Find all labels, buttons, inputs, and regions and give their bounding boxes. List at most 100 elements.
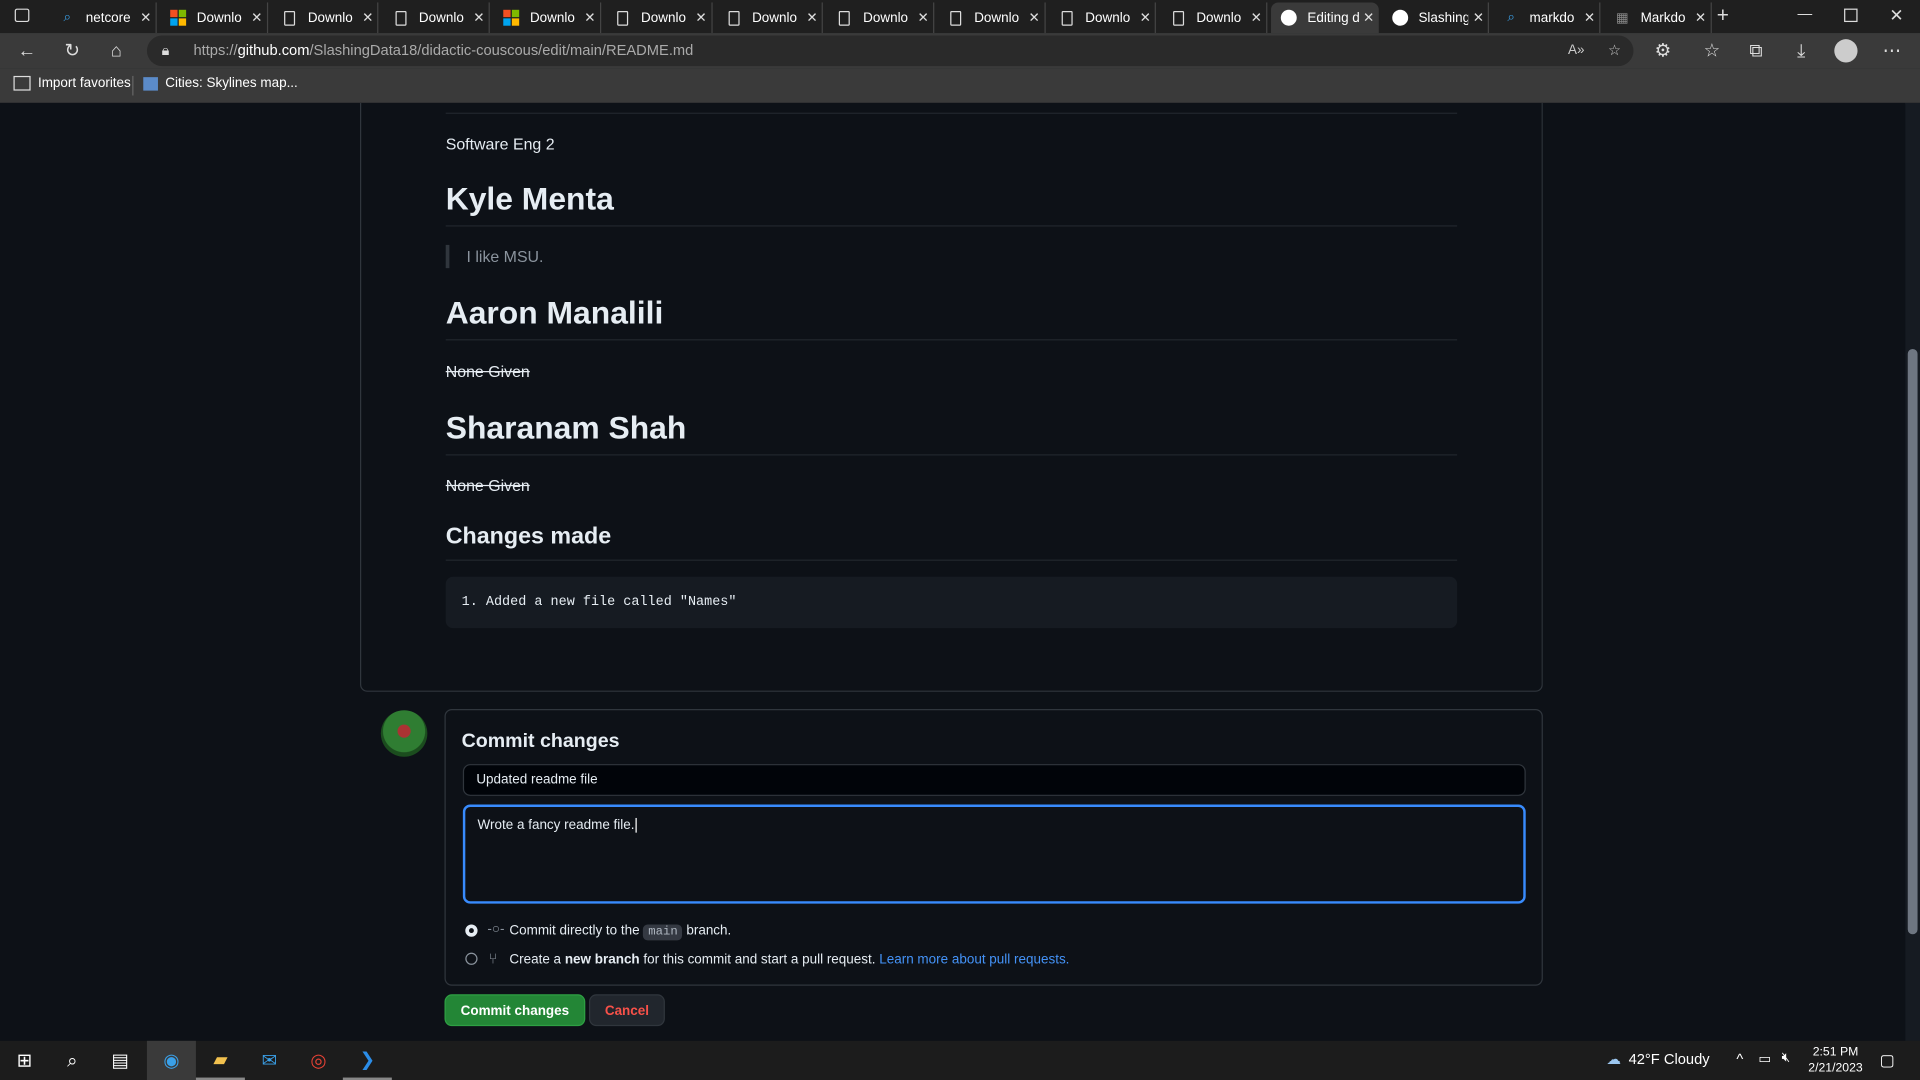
mail-icon[interactable]: ✉ [245, 1041, 294, 1080]
clock[interactable]: 2:51 PM 2/21/2023 [1805, 1044, 1866, 1076]
extensions-icon[interactable]: ⚙ [1649, 39, 1676, 63]
tab-actions-icon[interactable] [14, 8, 30, 23]
branch-name: main [643, 924, 683, 941]
page-icon: ▦ [1615, 11, 1629, 26]
task-view-icon[interactable]: ▤ [96, 1041, 145, 1080]
tab[interactable]: Downlo ✕ [493, 2, 601, 34]
tab[interactable]: Downlo ✕ [1160, 2, 1268, 34]
search-icon: ⌕ [1507, 9, 1515, 25]
cloud-icon: ☁ [1606, 1050, 1622, 1068]
edge-icon[interactable]: ◉ [146, 1040, 196, 1080]
weather-widget[interactable]: ☁ 42°F Cloudy [1607, 1051, 1710, 1068]
refresh-icon[interactable]: ↻ [59, 39, 86, 63]
commit-new-branch-label[interactable]: Create a new branch for this commit and … [509, 953, 1069, 968]
page-content: Software Eng 2 Kyle Menta I like MSU. Aa… [0, 102, 1906, 1041]
collections-icon[interactable]: ⧉ [1742, 39, 1769, 63]
tab[interactable]: Downlo ✕ [382, 2, 490, 34]
tab-bar: ⌕ netcore ✕ Downlo ✕ Downlo ✕ Downlo ✕ Downlo ✕ Dow… [0, 0, 1920, 34]
downloads-icon[interactable]: ⤓ [1788, 39, 1815, 63]
cancel-button[interactable]: Cancel [588, 994, 665, 1027]
close-tab-icon[interactable]: ✕ [358, 10, 378, 26]
taskbar: ⊞ ⌕ ▤ ◉ ▰ ✉ ◎ ❯ ☁ 42°F Cloudy ^ ▭ 🔇︎ 2:51… [0, 1040, 1920, 1080]
tab[interactable]: Downlo ✕ [715, 2, 824, 34]
favorites-bar: Import favorites Cities: Skylines map... [0, 68, 1920, 105]
back-icon[interactable]: ← [13, 39, 40, 63]
tray-chevron-icon[interactable]: ^ [1736, 1051, 1743, 1068]
tab[interactable]: Downlo ✕ [604, 2, 713, 34]
close-tab-icon[interactable]: ✕ [802, 10, 822, 26]
minimize-button[interactable]: — [1798, 5, 1813, 22]
file-explorer-icon[interactable]: ▰ [195, 1041, 245, 1080]
home-icon[interactable]: ⌂ [103, 39, 130, 63]
tab[interactable]: Downlo ✕ [160, 2, 268, 34]
file-icon [1169, 9, 1186, 26]
url-domain: github.com [237, 41, 310, 59]
close-tab-icon[interactable]: ✕ [1691, 10, 1711, 26]
tab[interactable]: Downlo ✕ [271, 2, 379, 34]
close-tab-icon[interactable]: ✕ [247, 10, 267, 26]
close-window-button[interactable]: ✕ [1889, 5, 1903, 26]
close-tab-icon[interactable]: ✕ [691, 10, 711, 26]
favorite-import[interactable]: Import favorites [13, 75, 131, 91]
close-tab-icon[interactable]: ✕ [913, 10, 933, 26]
tab-label: Downlo [641, 10, 686, 26]
close-tab-icon[interactable]: ✕ [1135, 10, 1155, 26]
new-tab-button[interactable]: + [1717, 4, 1729, 28]
close-tab-icon[interactable]: ✕ [1469, 10, 1489, 26]
read-aloud-icon[interactable]: A» [1568, 36, 1584, 67]
learn-more-pull-requests-link[interactable]: Learn more about pull requests. [879, 953, 1069, 968]
file-icon [614, 9, 631, 26]
tab[interactable]: ▦ Markdo ✕ [1604, 2, 1712, 34]
tab[interactable]: Downlo ✕ [1049, 2, 1157, 34]
file-icon [1058, 9, 1075, 26]
scrollbar-thumb[interactable] [1907, 348, 1918, 935]
more-menu-icon[interactable]: ⋯ [1878, 39, 1905, 63]
commit-changes-button[interactable]: Commit changes [444, 994, 586, 1027]
start-button[interactable]: ⊞ [0, 1041, 49, 1080]
tab[interactable]: ⌕ markdo ✕ [1493, 2, 1601, 34]
tab[interactable]: Slashing ✕ [1382, 2, 1490, 34]
chrome-icon[interactable]: ◎ [294, 1041, 343, 1080]
readme-strikethrough: None Given [445, 476, 530, 495]
readme-strikethrough: None Given [445, 362, 530, 381]
favorite-label: Import favorites [37, 75, 131, 91]
tab-label: Downlo [863, 10, 909, 26]
volume-muted-icon[interactable]: 🔇︎ [1782, 1051, 1790, 1067]
folder-icon [13, 75, 31, 91]
git-pull-request-icon: ⑂ [488, 950, 498, 968]
network-icon[interactable]: ▭ [1758, 1051, 1771, 1067]
close-tab-icon[interactable]: ✕ [580, 10, 600, 26]
tab[interactable]: Editing d ✕ [1270, 2, 1379, 34]
search-icon: ⌕ [63, 9, 72, 25]
navigation-bar: ← ↻ ⌂ 🔒︎ https://github.com/SlashingData… [0, 33, 1920, 69]
favorite-star-icon[interactable]: ☆ [1608, 36, 1621, 67]
tab[interactable]: ⌕ netcore ✕ [49, 2, 157, 34]
tab-label: Downlo [1196, 10, 1242, 26]
description-text: Wrote a fancy readme file. [477, 817, 635, 833]
file-icon [725, 9, 742, 26]
notifications-icon[interactable]: ▢ [1880, 1051, 1895, 1071]
tab[interactable]: Downlo ✕ [937, 2, 1046, 34]
close-tab-icon[interactable]: ✕ [1580, 10, 1600, 26]
close-tab-icon[interactable]: ✕ [136, 10, 156, 26]
readme-heading: Aaron Manalili [445, 294, 1458, 341]
close-tab-icon[interactable]: ✕ [1024, 10, 1044, 26]
commit-summary-input[interactable]: Updated readme file [462, 764, 1526, 796]
vscode-icon[interactable]: ❯ [342, 1041, 392, 1080]
favorite-cities-skylines[interactable]: Cities: Skylines map... [143, 76, 298, 91]
close-tab-icon[interactable]: ✕ [1359, 10, 1379, 26]
file-icon [392, 9, 409, 26]
tab-label: Downlo [529, 10, 575, 26]
tab[interactable]: Downlo ✕ [826, 2, 935, 34]
commit-direct-radio[interactable] [465, 924, 478, 937]
search-icon[interactable]: ⌕ [48, 1041, 97, 1080]
profile-avatar[interactable] [1834, 39, 1858, 63]
restore-button[interactable] [1844, 8, 1858, 23]
close-tab-icon[interactable]: ✕ [469, 10, 489, 26]
commit-direct-label[interactable]: Commit directly to the main branch. [509, 923, 731, 941]
address-bar[interactable]: 🔒︎ https://github.com/SlashingData18/did… [146, 35, 1634, 67]
favorites-icon[interactable]: ☆ [1698, 39, 1725, 63]
commit-new-branch-radio[interactable] [465, 952, 478, 965]
close-tab-icon[interactable]: ✕ [1247, 10, 1267, 26]
commit-description-textarea[interactable]: Wrote a fancy readme file. [462, 804, 1526, 904]
